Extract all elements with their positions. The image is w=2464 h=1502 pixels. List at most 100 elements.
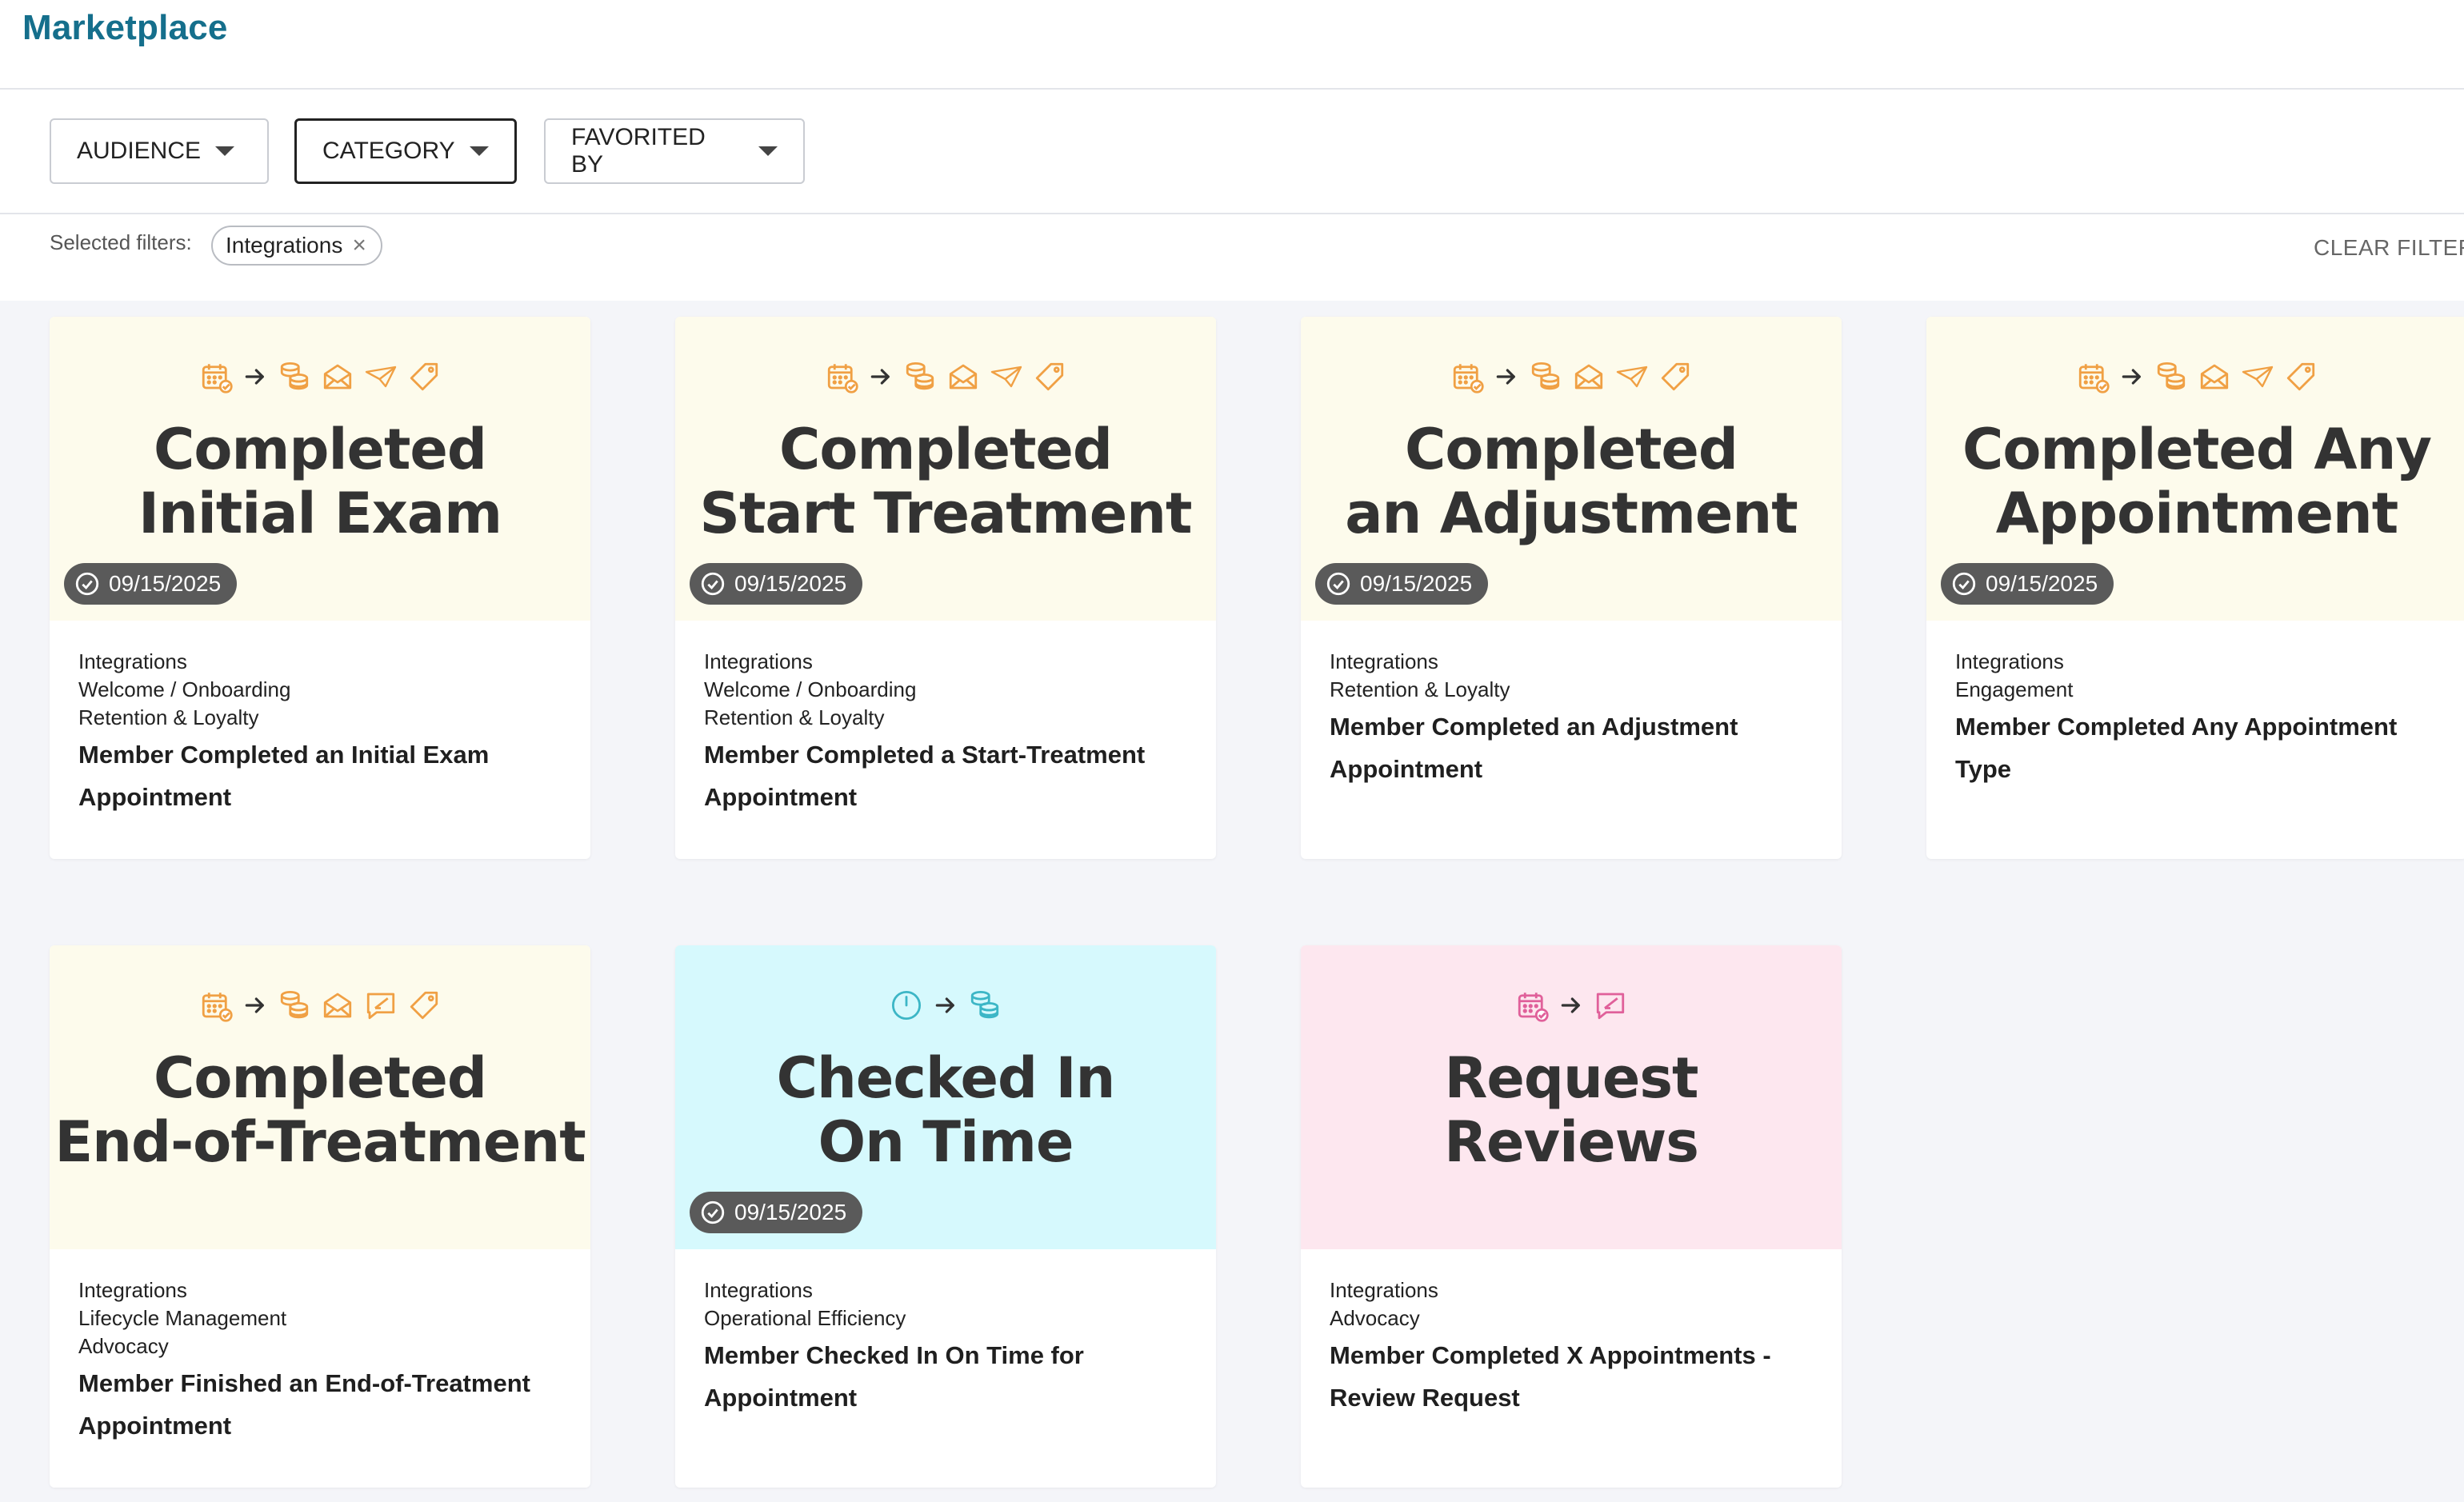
card-info: Integrations Engagement Member Completed A…	[1955, 648, 2443, 790]
filter-chip-label: Integrations	[226, 233, 343, 258]
envelope-icon	[321, 989, 354, 1026]
card-headline-line: Appointment	[1995, 481, 2398, 546]
card-headline-line: Start Treatment	[699, 481, 1193, 546]
caret-down-icon	[215, 146, 235, 156]
card-headline-line: Completed Any	[1962, 417, 2432, 482]
marketplace-card[interactable]: Completed End-of-Treatment Integrations Lif…	[50, 945, 590, 1488]
chat-review-icon	[1594, 989, 1627, 1026]
marketplace-card[interactable]: Checked In On Time 09/15/2025 Integrations O…	[675, 945, 1216, 1488]
card-category: Advocacy	[78, 1334, 169, 1358]
card-icon-row	[675, 987, 1216, 1027]
date-badge: 09/15/2025	[690, 563, 863, 605]
card-headline: Completed Any Appointment	[1926, 417, 2464, 545]
favorited-by-dropdown-label: FAVORITED BY	[571, 124, 706, 178]
card-headline-line: Completed	[1404, 417, 1738, 482]
card-category: Engagement	[1955, 677, 2074, 701]
audience-dropdown-label: AUDIENCE	[77, 138, 202, 164]
card-headline: Completed Initial Exam	[50, 417, 590, 545]
marketplace-card[interactable]: Completed Initial Exam 09/15/2025 Integrati…	[50, 317, 590, 859]
clear-filters-button[interactable]: CLEAR FILTERS	[2314, 235, 2464, 261]
coins-icon	[278, 989, 311, 1026]
card-category: Integrations	[1955, 649, 2064, 673]
arrow-right-icon	[933, 993, 958, 1022]
arrow-right-icon	[242, 364, 268, 393]
date-badge: 09/15/2025	[1315, 563, 1489, 605]
coins-icon	[2154, 360, 2188, 397]
coins-icon	[968, 989, 1002, 1026]
clock-icon	[890, 989, 923, 1026]
card-title[interactable]: Member Completed an Initial Exam Appoint…	[78, 733, 566, 818]
card-icon-row	[50, 358, 590, 398]
coins-icon	[903, 360, 937, 397]
marketplace-card[interactable]: Completed Any Appointment 09/15/2025 Integr…	[1926, 317, 2464, 859]
card-banner: Completed an Adjustment 09/15/2025	[1301, 317, 1842, 621]
envelope-icon	[1572, 360, 1606, 397]
check-circle-icon	[699, 1199, 734, 1226]
card-title[interactable]: Member Checked In On Time for Appointmen…	[704, 1334, 1192, 1419]
filter-chip[interactable]: Integrations ×	[211, 226, 382, 266]
coins-icon	[1529, 360, 1562, 397]
arrow-right-icon	[1558, 993, 1584, 1022]
date-badge: 09/15/2025	[1941, 563, 2114, 605]
card-banner: Completed End-of-Treatment	[50, 945, 590, 1249]
close-icon[interactable]: ×	[352, 232, 366, 259]
card-banner: Completed Initial Exam 09/15/2025	[50, 317, 590, 621]
card-headline: Completed an Adjustment	[1301, 417, 1842, 545]
card-banner: Completed Any Appointment 09/15/2025	[1926, 317, 2464, 621]
card-icon-row	[1301, 358, 1842, 398]
card-banner: Request Reviews	[1301, 945, 1842, 1249]
marketplace-card[interactable]: Completed an Adjustment 09/15/2025 Integrat…	[1301, 317, 1842, 859]
favorited-by-dropdown[interactable]: FAVORITED BY	[544, 118, 805, 184]
card-info: Integrations Advocacy Member Completed X A…	[1330, 1276, 1818, 1419]
coins-icon	[278, 360, 311, 397]
tag-icon	[1033, 360, 1066, 397]
card-banner: Checked In On Time 09/15/2025	[675, 945, 1216, 1249]
card-category: Welcome / Onboarding	[704, 677, 917, 701]
paper-plane-icon	[1615, 360, 1649, 397]
card-category: Retention & Loyalty	[704, 705, 885, 729]
card-category: Operational Efficiency	[704, 1306, 906, 1330]
card-headline-line: End-of-Treatment	[54, 1109, 586, 1175]
card-headline-line: Request	[1444, 1045, 1699, 1111]
category-dropdown[interactable]: CATEGORY	[294, 118, 517, 184]
arrow-right-icon	[242, 993, 268, 1022]
date-text: 09/15/2025	[1360, 571, 1473, 596]
audience-dropdown[interactable]: AUDIENCE	[50, 118, 269, 184]
card-category: Integrations	[704, 649, 813, 673]
tag-icon	[2284, 360, 2318, 397]
chat-review-icon	[364, 989, 398, 1026]
envelope-icon	[2198, 360, 2231, 397]
card-headline-line: Reviews	[1444, 1109, 1699, 1175]
envelope-icon	[321, 360, 354, 397]
card-headline: Completed End-of-Treatment	[50, 1046, 590, 1174]
filter-bar: AUDIENCE CATEGORY FAVORITED BY	[0, 90, 2464, 214]
marketplace-card[interactable]: Completed Start Treatment 09/15/2025 Integr…	[675, 317, 1216, 859]
card-info: Integrations Lifecycle Management Advocacy…	[78, 1276, 566, 1447]
card-headline-line: Completed	[778, 417, 1113, 482]
card-icon-row	[1926, 358, 2464, 398]
card-title[interactable]: Member Completed a Start-Treatment Appoi…	[704, 733, 1192, 818]
tag-icon	[1658, 360, 1692, 397]
envelope-icon	[946, 360, 980, 397]
card-category: Lifecycle Management	[78, 1306, 287, 1330]
date-badge: 09/15/2025	[690, 1192, 863, 1233]
paper-plane-icon	[2241, 360, 2274, 397]
card-icon-row	[50, 987, 590, 1027]
check-circle-icon	[74, 570, 109, 597]
card-title[interactable]: Member Completed Any Appointment Type	[1955, 705, 2443, 790]
paper-plane-icon	[990, 360, 1023, 397]
card-info: Integrations Operational Efficiency Member…	[704, 1276, 1192, 1419]
check-circle-icon	[699, 570, 734, 597]
card-title[interactable]: Member Completed X Appointments - Review…	[1330, 1334, 1818, 1419]
card-banner: Completed Start Treatment 09/15/2025	[675, 317, 1216, 621]
page-title: Marketplace	[22, 8, 228, 47]
calendar-check-icon	[199, 360, 233, 397]
card-headline-line: Checked In	[776, 1045, 1116, 1111]
card-headline-line: Completed	[153, 417, 487, 482]
card-category: Integrations	[1330, 649, 1438, 673]
card-title[interactable]: Member Finished an End-of-Treatment Appo…	[78, 1362, 566, 1447]
marketplace-card[interactable]: Request Reviews Integrations Advocacy Member…	[1301, 945, 1842, 1488]
card-info: Integrations Welcome / Onboarding Retentio…	[78, 648, 566, 818]
card-headline-line: an Adjustment	[1345, 481, 1798, 546]
card-title[interactable]: Member Completed an Adjustment Appointme…	[1330, 705, 1818, 790]
